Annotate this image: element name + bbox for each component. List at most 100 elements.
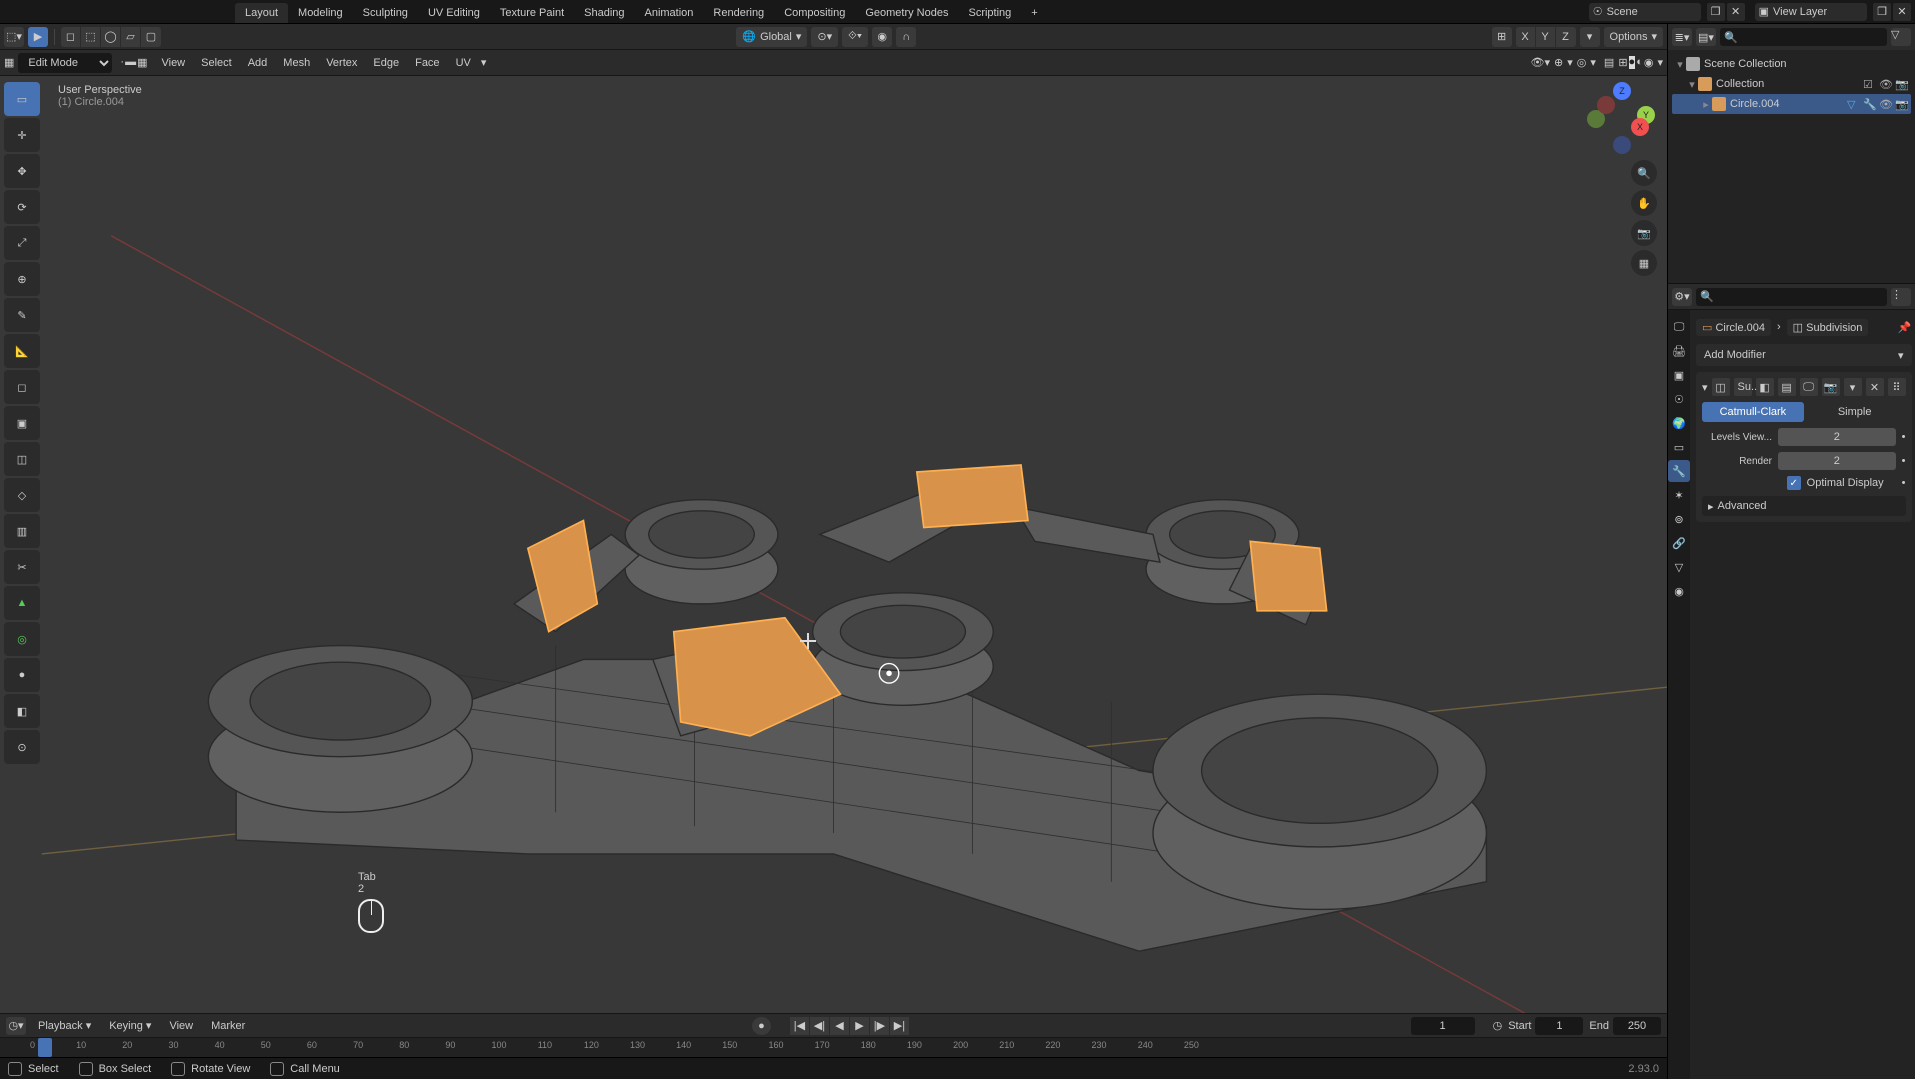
snap-dropdown[interactable]: ⟐▾ [842,27,868,47]
tool-cursor[interactable]: ✛ [4,118,40,152]
subdiv-catmull[interactable]: Catmull-Clark [1702,402,1804,422]
levels-render-value[interactable]: 2 [1778,452,1896,470]
advanced-row[interactable]: ▸ Advanced [1702,496,1906,516]
timeline-playback-menu[interactable]: Playback ▾ [32,1019,97,1032]
tab-output[interactable]: 🖨 [1668,340,1690,362]
tool-select-box[interactable]: ▭ [4,82,40,116]
zoom-button[interactable]: 🔍 [1631,160,1657,186]
current-frame-field[interactable]: 1 [1411,1017,1475,1035]
options-dropdown[interactable]: Options ▾ [1604,27,1663,47]
workspace-tab-texturepaint[interactable]: Texture Paint [490,3,574,23]
modifier-link-icon[interactable]: 🔧 [1863,98,1877,111]
outliner-editor-selector[interactable]: ≣▾ [1672,28,1692,46]
mod-edit-mode[interactable]: ▤ [1778,378,1796,396]
menu-render[interactable]: Render [97,2,149,22]
workspace-tab-shading[interactable]: Shading [574,3,634,23]
tab-scene[interactable]: ☉ [1668,388,1690,410]
disclosure-icon[interactable]: ▸ [1700,98,1712,111]
select-tweak[interactable]: ◻ [61,27,81,47]
shading-rendered[interactable]: ◉ [1644,56,1654,69]
playhead[interactable] [38,1038,52,1057]
hide-viewport-icon[interactable]: 👁 [1879,78,1893,91]
scene-delete-button[interactable]: ✕ [1727,3,1745,21]
axis-neg-x-ball[interactable] [1597,96,1615,114]
workspace-tab-animation[interactable]: Animation [635,3,704,23]
gizmo-toggle[interactable]: ⊕ [1554,56,1563,69]
axis-z[interactable]: Z [1556,27,1576,47]
disable-render-icon[interactable]: 📷 [1895,98,1909,111]
properties-options[interactable]: ⋮ [1891,288,1911,306]
tool-edge-slide[interactable]: ◧ [4,694,40,728]
mesh-autosmooth[interactable]: ⊞ [1492,27,1512,47]
levels-viewport-value[interactable]: 2 [1778,428,1896,446]
proportional-falloff[interactable]: ∩ [896,27,916,47]
mirror-options[interactable]: ▾ [1580,27,1600,47]
workspace-tab-modeling[interactable]: Modeling [288,3,353,23]
outliner-object-circle004[interactable]: ▸ Circle.004 ▽ 🔧 👁 📷 [1672,94,1911,114]
keyframe-prev[interactable]: ◀| [810,1017,830,1035]
animate-dot-icon[interactable]: • [1902,477,1906,489]
tool-move[interactable]: ✥ [4,154,40,188]
shading-solid[interactable]: ● [1629,56,1637,69]
select-lasso[interactable]: ▱ [121,27,141,47]
nav-gizmo[interactable]: Z Y X [1587,82,1657,152]
timeline-marker-menu[interactable]: Marker [205,1020,251,1032]
tab-world[interactable]: 🌍 [1668,412,1690,434]
select-lasso2[interactable]: ▢ [141,27,161,47]
axis-x[interactable]: X [1516,27,1536,47]
mod-delete[interactable]: ✕ [1866,378,1884,396]
hide-viewport-icon[interactable]: 👁 [1879,98,1893,111]
shading-wireframe[interactable]: ⊞ [1618,56,1628,69]
visibility-dropdown[interactable]: 👁▾ [1531,56,1551,69]
tool-bevel[interactable]: ◇ [4,478,40,512]
scene-name-input[interactable] [1607,6,1697,18]
play-reverse[interactable]: ◀ [830,1017,850,1035]
mod-realtime[interactable]: 🖵 [1800,378,1818,396]
add-modifier-dropdown[interactable]: Add Modifier ▾ [1696,344,1912,366]
editor-type-selector[interactable]: ⬚▾ [4,27,24,47]
menu-mesh[interactable]: Mesh [277,57,316,69]
tool-smooth[interactable]: ● [4,658,40,692]
outliner-collection[interactable]: ▾ Collection ☑ 👁 📷 [1672,74,1911,94]
perspective-toggle[interactable]: ▦ [1631,250,1657,276]
mesh-edit-options[interactable]: ▾ [481,56,487,69]
tab-viewlayer[interactable]: ▣ [1668,364,1690,386]
workspace-tab-layout[interactable]: Layout [235,3,288,23]
disclosure-icon[interactable]: ▾ [1702,381,1708,394]
menu-uv[interactable]: UV [450,57,477,69]
outliner-search-input[interactable] [1738,31,1883,43]
workspace-tab-uvediting[interactable]: UV Editing [418,3,490,23]
tab-modifiers[interactable]: 🔧 [1668,460,1690,482]
menu-edit[interactable]: Edit [62,2,97,22]
tool-add-cube[interactable]: ◻ [4,370,40,404]
proportional-edit-toggle[interactable]: ◉ [872,27,892,47]
menu-add[interactable]: Add [242,57,274,69]
workspace-tab-compositing[interactable]: Compositing [774,3,855,23]
scene-new-button[interactable]: ❐ [1707,3,1725,21]
menu-file[interactable]: File [28,2,62,22]
mod-extras[interactable]: ▾ [1844,378,1862,396]
axis-z-ball[interactable]: Z [1613,82,1631,100]
tool-scale[interactable]: ⤢ [4,226,40,260]
viewport-canvas[interactable]: User Perspective (1) Circle.004 ▭ ✛ ✥ ⟳ … [0,76,1667,1013]
tool-polybuild[interactable]: ▲ [4,586,40,620]
tab-particles[interactable]: ✶ [1668,484,1690,506]
modifier-name-field[interactable]: Su... [1734,378,1752,396]
tool-shrink[interactable]: ⊙ [4,730,40,764]
play-forward[interactable]: ▶ [850,1017,870,1035]
tab-material[interactable]: ◉ [1668,580,1690,602]
viewlayer-new-button[interactable]: ❐ [1873,3,1891,21]
transform-orientation-dropdown[interactable]: 🌐 Global ▾ [736,27,807,47]
menu-vertex[interactable]: Vertex [320,57,363,69]
xray-toggle[interactable]: ▤ [1604,56,1614,69]
workspace-tab-scripting[interactable]: Scripting [958,3,1021,23]
menu-select[interactable]: Select [195,57,238,69]
disable-render-icon[interactable]: 📷 [1895,78,1909,91]
workspace-tab-geometrynodes[interactable]: Geometry Nodes [855,3,958,23]
overlay-options[interactable]: ▾ [1590,56,1596,69]
animate-dot-icon[interactable]: • [1902,431,1906,443]
breadcrumb-modifier[interactable]: ◫ Subdivision [1787,319,1869,336]
tool-inset[interactable]: ◫ [4,442,40,476]
menu-window[interactable]: Window [149,2,204,22]
viewlayer-selector[interactable]: ▣ [1755,3,1867,21]
